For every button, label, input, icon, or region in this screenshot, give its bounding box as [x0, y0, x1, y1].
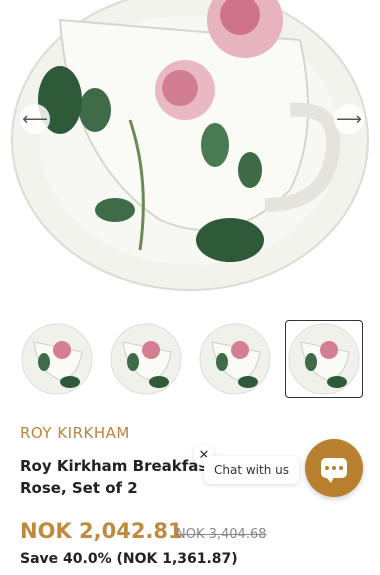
gallery-prev-button[interactable]: ⟵	[20, 104, 50, 134]
savings-text: Save 40.0% (NOK 1,361.87)	[20, 551, 238, 567]
thumbnail-4[interactable]	[285, 320, 363, 398]
thumbnail-image	[21, 323, 93, 395]
thumbnail-1[interactable]	[18, 320, 96, 398]
thumbnail-image	[199, 323, 271, 395]
arrow-left-icon: ⟵	[22, 108, 48, 130]
product-title-line2: Rose, Set of 2	[20, 479, 138, 497]
product-price: NOK 2,042.81	[20, 519, 183, 543]
chat-bubble-icon	[321, 458, 347, 483]
teacup-illustration	[11, 0, 369, 291]
thumbnail-image	[110, 323, 182, 395]
chat-prompt-label: Chat with us	[214, 463, 289, 477]
chat-launcher-button[interactable]	[305, 439, 363, 497]
compare-at-price: NOK 3,404.68	[176, 527, 267, 542]
thumbnail-3[interactable]	[196, 320, 274, 398]
chat-prompt-bubble[interactable]: Chat with us	[204, 456, 299, 484]
thumbnail-2[interactable]	[107, 320, 185, 398]
thumbnail-strip	[18, 320, 368, 398]
thumbnail-image	[288, 323, 360, 395]
arrow-right-icon: ⟶	[336, 108, 362, 130]
product-main-image[interactable]: ⟵ ⟶	[0, 0, 380, 300]
product-vendor[interactable]: ROY KIRKHAM	[20, 424, 130, 442]
gallery-next-button[interactable]: ⟶	[334, 104, 364, 134]
